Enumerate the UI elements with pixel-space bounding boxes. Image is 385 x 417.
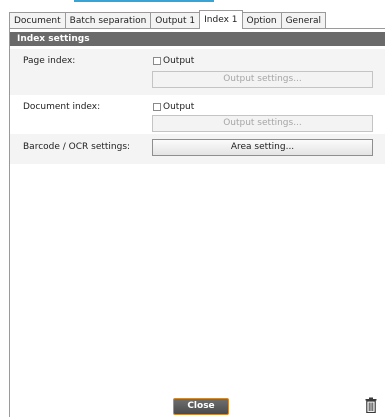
page-index-row: Page index: Output Output settings... — [10, 49, 385, 95]
document-index-label: Document index: — [23, 102, 101, 112]
top-accent-bar — [74, 0, 214, 2]
document-index-output-label: Output — [163, 102, 195, 112]
tab-document[interactable]: Document — [9, 12, 66, 28]
tab-output-1[interactable]: Output 1 — [150, 12, 201, 28]
page-index-output-settings-button[interactable]: Output settings... — [152, 71, 373, 88]
index-settings-window: Document Batch separation Output 1 Index… — [0, 0, 385, 417]
page-index-output-label: Output — [163, 56, 195, 66]
tab-general[interactable]: General — [280, 12, 327, 28]
document-index-output-checkbox[interactable]: Output — [153, 102, 194, 112]
document-index-output-settings-button[interactable]: Output settings... — [152, 115, 373, 132]
barcode-ocr-label: Barcode / OCR settings: — [23, 142, 131, 152]
page-index-label: Page index: — [23, 56, 76, 66]
tab-index-1[interactable]: Index 1 — [199, 10, 243, 29]
checkbox-box[interactable] — [153, 57, 161, 65]
tab-batch-separation[interactable]: Batch separation — [64, 12, 152, 28]
barcode-ocr-row: Barcode / OCR settings: Area setting... — [10, 134, 385, 164]
checkbox-box[interactable] — [153, 103, 161, 111]
tab-option[interactable]: Option — [241, 12, 282, 28]
close-button[interactable]: Close — [173, 398, 229, 415]
trash-icon[interactable] — [365, 397, 377, 413]
document-index-row: Document index: Output Output settings..… — [10, 95, 385, 133]
page-index-output-checkbox[interactable]: Output — [153, 56, 194, 66]
tab-bar: Document Batch separation Output 1 Index… — [9, 10, 327, 29]
tab-panel: Index settings Page index: Output Output… — [9, 28, 385, 417]
section-header-index-settings: Index settings — [10, 32, 385, 46]
area-setting-button[interactable]: Area setting... — [152, 139, 373, 156]
